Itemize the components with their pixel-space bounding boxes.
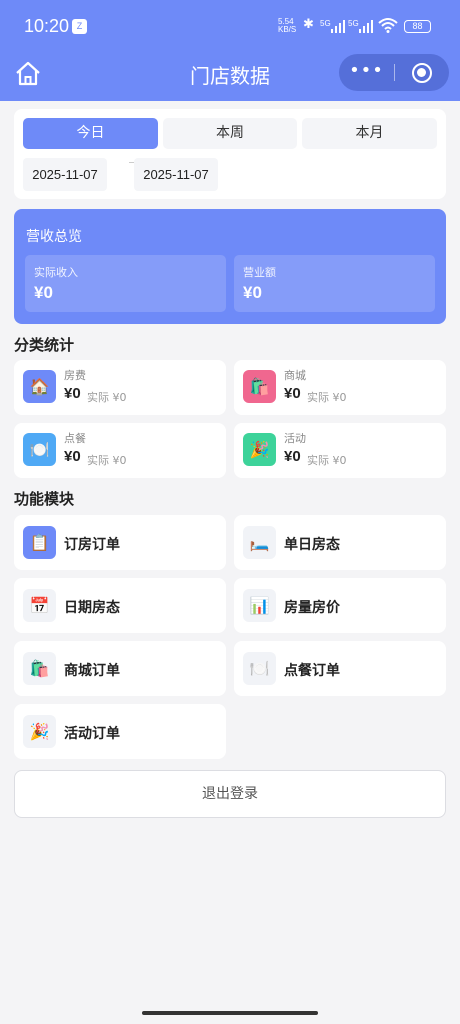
stat-dining[interactable]: 🍽️ 点餐 ¥0 实际 ¥0 [14,423,226,478]
shopping-bag-icon: 🛍️ [23,652,56,685]
stat-name: 房费 [64,369,86,382]
status-time: 10:20 [24,16,70,36]
stat-amount: ¥0 [284,448,301,465]
module-date-room-status[interactable]: 📅 日期房态 [14,578,226,633]
turnover-box: 营业额 ¥0 [234,255,435,312]
notification-icon: Z [72,19,87,34]
tab-this-week[interactable]: 本周 [163,118,297,149]
stat-name: 商城 [284,369,306,382]
stat-actual: 实际 ¥0 [307,454,347,467]
signal-2-label: 5G [348,19,359,28]
actual-income-box: 实际收入 ¥0 [25,255,226,312]
actual-income-label: 实际收入 [34,266,78,279]
stat-room-fee[interactable]: 🏠 房费 ¥0 实际 ¥0 [14,360,226,415]
module-room-orders[interactable]: 📋 订房订单 [14,515,226,570]
network-speed-unit: KB/S [278,25,297,34]
modules-section-title: 功能模块 [14,490,75,508]
module-label: 单日房态 [284,537,340,553]
dining-icon: 🍽️ [23,433,56,466]
module-activity-orders[interactable]: 🎉 活动订单 [14,704,226,759]
stat-name: 点餐 [64,432,86,445]
revenue-title: 营收总览 [26,229,82,245]
module-label: 商城订单 [64,663,120,679]
stat-name: 活动 [284,432,306,445]
status-bar: 10:20 Z 5.54 KB/S ✱ 5G 5G 88 [0,0,460,52]
turnover-value: ¥0 [243,283,262,302]
tab-this-month[interactable]: 本月 [302,118,437,149]
end-date-picker[interactable]: 2025-11-07 [134,158,218,191]
signal-2-icon [359,20,373,33]
bed-icon: 🛏️ [243,526,276,559]
dining-icon: 🍽️ [243,652,276,685]
start-date-picker[interactable]: 2025-11-07 [23,158,107,191]
party-icon: 🎉 [23,715,56,748]
signal-1-icon [331,20,345,33]
turnover-label: 营业额 [243,266,276,279]
signal-1-label: 5G [320,19,331,28]
stat-actual: 实际 ¥0 [87,454,127,467]
category-section-title: 分类统计 [14,336,75,354]
stat-mall[interactable]: 🛍️ 商城 ¥0 实际 ¥0 [234,360,446,415]
module-label: 活动订单 [64,726,120,742]
stat-actual: 实际 ¥0 [307,391,347,404]
module-label: 点餐订单 [284,663,340,679]
home-indicator [142,1011,318,1015]
bluetooth-icon: ✱ [303,17,314,32]
nav-bar: 门店数据 ••• [0,52,460,96]
capsule-divider [394,64,395,81]
tab-today[interactable]: 今日 [23,118,158,149]
date-filter-card: 今日 本周 本月 2025-11-07 2025-11-07 [14,109,446,199]
calendar-icon: 📅 [23,589,56,622]
revenue-overview-card: 营收总览 实际收入 ¥0 营业额 ¥0 [14,209,446,324]
logout-button[interactable]: 退出登录 [14,770,446,818]
module-daily-room-status[interactable]: 🛏️ 单日房态 [234,515,446,570]
module-label: 日期房态 [64,600,120,616]
module-mall-orders[interactable]: 🛍️ 商城订单 [14,641,226,696]
stat-activity[interactable]: 🎉 活动 ¥0 实际 ¥0 [234,423,446,478]
module-label: 房量房价 [284,600,340,616]
room-fee-icon: 🏠 [23,370,56,403]
stat-amount: ¥0 [284,385,301,402]
network-speed: 5.54 KB/S [278,18,296,34]
actual-income-value: ¥0 [34,283,53,302]
party-icon: 🎉 [243,433,276,466]
module-label: 订房订单 [64,537,120,553]
mini-program-capsule: ••• [339,54,449,91]
clipboard-icon: 📋 [23,526,56,559]
stat-actual: 实际 ¥0 [87,391,127,404]
bar-chart-icon: 📊 [243,589,276,622]
module-room-inventory-price[interactable]: 📊 房量房价 [234,578,446,633]
module-dining-orders[interactable]: 🍽️ 点餐订单 [234,641,446,696]
shopping-bag-icon: 🛍️ [243,370,276,403]
header: 10:20 Z 5.54 KB/S ✱ 5G 5G 88 门店数据 ••• [0,0,460,101]
wifi-icon [378,18,398,33]
stat-amount: ¥0 [64,448,81,465]
close-target-icon[interactable] [412,63,432,83]
stat-amount: ¥0 [64,385,81,402]
more-button[interactable]: ••• [339,54,394,91]
battery-indicator: 88 [404,20,431,33]
